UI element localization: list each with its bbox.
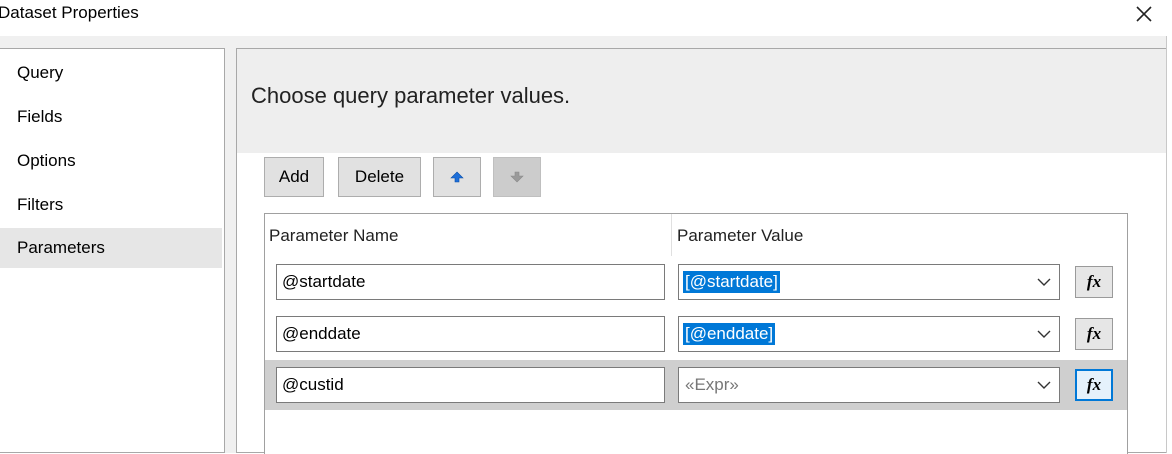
sidebar-item-fields[interactable]: Fields bbox=[0, 97, 222, 137]
close-icon[interactable] bbox=[1130, 0, 1158, 28]
column-header-parameter-name: Parameter Name bbox=[269, 226, 399, 245]
window-title: Dataset Properties bbox=[0, 3, 139, 22]
parameter-value-text: [@enddate] bbox=[683, 323, 776, 345]
sidebar-item-filters[interactable]: Filters bbox=[0, 185, 222, 225]
expression-button[interactable]: fx bbox=[1075, 266, 1113, 298]
parameter-value-text: [@startdate] bbox=[683, 271, 780, 293]
chevron-down-icon bbox=[1037, 330, 1051, 338]
sidebar: Query Fields Options Filters Parameters bbox=[0, 48, 225, 453]
panel-header: Choose query parameter values. bbox=[237, 49, 1166, 153]
page-title: Choose query parameter values. bbox=[251, 83, 571, 108]
move-down-button[interactable] bbox=[493, 157, 541, 197]
arrow-down-icon bbox=[510, 171, 524, 183]
parameter-value-combo[interactable]: [@startdate] bbox=[678, 264, 1060, 300]
sidebar-item-query[interactable]: Query bbox=[0, 53, 222, 93]
chevron-down-icon bbox=[1037, 278, 1051, 286]
delete-button[interactable]: Delete bbox=[338, 157, 421, 197]
main-panel: Choose query parameter values. Add Delet… bbox=[236, 48, 1166, 454]
expression-button[interactable]: fx bbox=[1075, 369, 1113, 401]
parameter-name-input[interactable]: @custid bbox=[276, 367, 665, 403]
add-button[interactable]: Add bbox=[264, 157, 324, 197]
parameter-name-input[interactable]: @startdate bbox=[276, 264, 665, 300]
chevron-down-icon bbox=[1037, 381, 1051, 389]
right-edge bbox=[1166, 36, 1172, 453]
expression-button[interactable]: fx bbox=[1075, 318, 1113, 350]
parameter-name-input[interactable]: @enddate bbox=[276, 316, 665, 352]
sidebar-item-options[interactable]: Options bbox=[0, 141, 222, 181]
title-bar: Dataset Properties bbox=[0, 0, 1172, 36]
parameter-value-text: «Expr» bbox=[685, 375, 739, 394]
parameters-grid: Parameter Name Parameter Value @startdat… bbox=[264, 213, 1128, 454]
column-header-parameter-value: Parameter Value bbox=[677, 226, 804, 245]
parameter-value-combo[interactable]: [@enddate] bbox=[678, 316, 1060, 352]
column-divider bbox=[671, 214, 672, 256]
arrow-up-icon bbox=[450, 171, 464, 183]
sidebar-item-parameters[interactable]: Parameters bbox=[0, 228, 222, 268]
parameter-value-combo[interactable]: «Expr» bbox=[678, 367, 1060, 403]
move-up-button[interactable] bbox=[433, 157, 481, 197]
